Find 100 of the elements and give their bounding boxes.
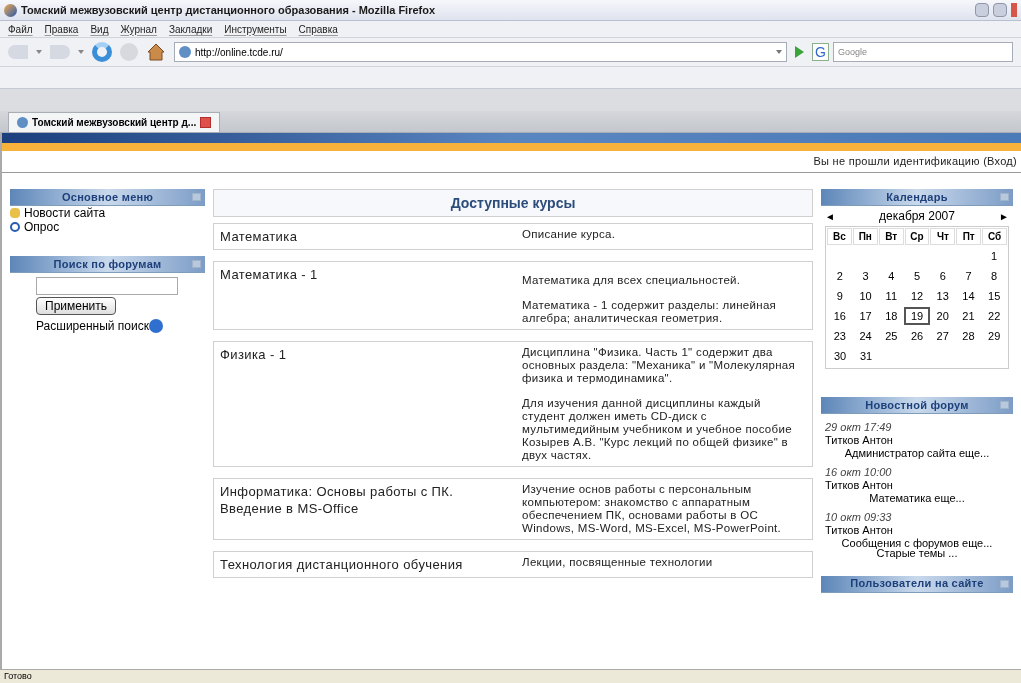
close-icon[interactable] — [200, 117, 212, 128]
search-engine-button[interactable]: G — [812, 43, 829, 61]
calendar-day[interactable]: 22 — [981, 307, 1008, 325]
minimize-button[interactable] — [975, 3, 989, 17]
collapse-icon[interactable] — [1000, 401, 1009, 409]
calendar-day[interactable]: 31 — [853, 347, 879, 365]
collapse-icon[interactable] — [1000, 193, 1009, 201]
menu-item[interactable]: Вид — [90, 21, 109, 37]
poll-icon — [10, 222, 20, 232]
calendar-month: декабря 2007 — [879, 208, 955, 225]
weekday-cell: Сб — [982, 228, 1007, 245]
course-description: Описание курса. — [522, 228, 617, 241]
reload-icon[interactable] — [92, 42, 112, 62]
next-month-button[interactable]: ► — [999, 208, 1009, 224]
post-author: Титков Антон — [825, 524, 894, 537]
login-status: Вы не прошли идентификацию (Вход) — [813, 154, 1017, 170]
calendar-day[interactable]: 9 — [827, 287, 853, 305]
calendar-day[interactable]: 28 — [955, 327, 982, 345]
calendar-day[interactable]: 19 — [904, 307, 930, 325]
weekday-cell: Чт — [930, 228, 956, 245]
calendar-day[interactable]: 16 — [827, 307, 853, 325]
calendar-day[interactable]: 21 — [955, 307, 982, 325]
weekday-cell: Вт — [878, 228, 904, 245]
previous-month-button[interactable]: ◄ — [825, 208, 835, 224]
course-description: Лекции, посвященные технологии — [522, 556, 714, 569]
calendar-day[interactable]: 8 — [981, 267, 1008, 285]
block-title: Основное меню — [61, 189, 154, 205]
calendar-day[interactable]: 25 — [878, 327, 905, 345]
calendar-day[interactable]: 17 — [852, 307, 879, 325]
calendar-day[interactable]: 24 — [852, 327, 879, 345]
post-date: 10 окт 09:33 — [825, 511, 893, 524]
calendar-day[interactable]: 27 — [929, 327, 956, 345]
calendar-day[interactable]: 30 — [827, 347, 853, 365]
calendar-day[interactable]: 13 — [929, 287, 956, 305]
post-date: 16 окт 10:00 — [825, 466, 893, 479]
calendar-day[interactable]: 26 — [904, 327, 930, 345]
tab-title: Томский межвузовский центр д... — [32, 116, 197, 130]
search-field[interactable]: Google — [833, 42, 1013, 62]
collapse-icon[interactable] — [192, 193, 202, 201]
weekday-cell: Ср — [904, 228, 930, 245]
course-description: Математика для всех специальностей. — [522, 274, 742, 287]
course-name[interactable]: Физика - 1 — [220, 346, 523, 462]
search-input[interactable] — [36, 277, 178, 295]
menu-item[interactable]: Журнал — [120, 21, 157, 37]
menu-item[interactable]: Инструменты — [224, 21, 287, 37]
weekday-cell: Вс — [827, 228, 852, 245]
post-link[interactable]: Сообщения с форумов еще... — [825, 537, 1009, 550]
course-name[interactable]: Информатика: Основы работы с ПК. Введение в MS-Office — [220, 483, 523, 535]
apply-button[interactable]: Применить — [36, 297, 116, 315]
menu-item[interactable]: Файл — [8, 21, 33, 37]
collapse-icon[interactable] — [192, 260, 202, 268]
calendar-day[interactable]: 18 — [878, 307, 905, 325]
maximize-button[interactable] — [993, 3, 1007, 17]
collapse-icon[interactable] — [1000, 579, 1009, 588]
dropdown-caret-icon[interactable] — [776, 50, 783, 54]
advanced-search-link[interactable]: Расширенный поиск — [36, 317, 149, 335]
browser-tab[interactable]: Томский межвузовский центр д... — [8, 112, 221, 132]
home-icon[interactable] — [146, 42, 166, 62]
calendar-day[interactable]: 6 — [929, 267, 956, 285]
block-title: Поиск по форумам — [53, 256, 162, 272]
weekday-cell: Пт — [956, 228, 982, 245]
calendar-day[interactable]: 1 — [981, 247, 1007, 265]
course-name[interactable]: Математика — [220, 228, 523, 245]
post-link[interactable]: Администратор сайта еще... — [825, 447, 1009, 460]
calendar-day[interactable]: 2 — [827, 267, 853, 285]
post-date: 29 окт 17:49 — [825, 421, 893, 434]
calendar-day[interactable]: 29 — [981, 327, 1008, 345]
dropdown-caret-icon[interactable] — [78, 50, 84, 54]
course-name[interactable]: Технология дистанционного обучения — [220, 556, 523, 573]
window-title: Томский межвузовский центр дистанционного образования - Mozilla Firefox — [21, 2, 437, 18]
firefox-icon — [4, 3, 17, 17]
address-field[interactable]: http://online.tcde.ru/ — [174, 42, 788, 62]
calendar-day[interactable]: 23 — [827, 327, 853, 345]
calendar-day[interactable]: 12 — [904, 287, 930, 305]
menu-link[interactable]: Опрос — [24, 220, 60, 234]
menu-link[interactable]: Новости сайта — [24, 206, 106, 220]
calendar-day[interactable]: 14 — [955, 287, 982, 305]
calendar-day[interactable]: 20 — [929, 307, 956, 325]
block-title: Новостной форум — [865, 397, 969, 413]
dropdown-caret-icon[interactable] — [36, 50, 42, 54]
menu-item[interactable]: Закладки — [168, 21, 213, 37]
course-name[interactable]: Математика - 1 — [220, 266, 523, 325]
weekday-cell: Пн — [852, 228, 878, 245]
block-title: Пользователи на сайте — [850, 576, 984, 592]
status-text: Готово — [4, 669, 32, 683]
post-author: Титков Антон — [825, 479, 894, 492]
address-text: http://online.tcde.ru/ — [195, 45, 284, 60]
menu-item[interactable]: Правка — [44, 21, 79, 37]
calendar-day[interactable]: 5 — [904, 267, 930, 285]
course-description: Изучение основ работы с персональным компьютером: знакомство с аппаратным обеспечением ПК, основами работы в ОС Windows, MS-Word, MS-Excel, MS-PowerPoint. — [522, 483, 783, 535]
post-link[interactable]: Математика еще... — [825, 492, 1009, 505]
calendar-day[interactable]: 10 — [852, 287, 879, 305]
calendar-day[interactable]: 15 — [981, 287, 1008, 305]
calendar-day[interactable]: 4 — [878, 267, 905, 285]
course-description: Математика - 1 содержит разделы: линейная алгебра; аналитическая геометрия. — [522, 299, 778, 325]
calendar-day[interactable]: 11 — [878, 287, 905, 305]
menu-item[interactable]: Справка — [298, 21, 338, 37]
calendar-day[interactable]: 3 — [852, 267, 879, 285]
courses-title: Доступные курсы — [450, 193, 576, 213]
calendar-day[interactable]: 7 — [955, 267, 982, 285]
